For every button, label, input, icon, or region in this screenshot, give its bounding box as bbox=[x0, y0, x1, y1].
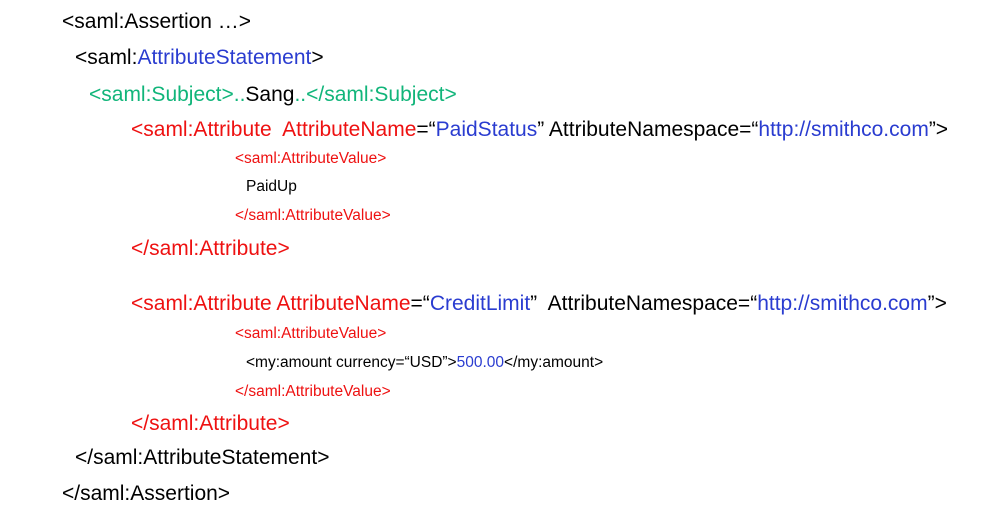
attribute1-value: PaidUp bbox=[246, 178, 297, 195]
attribute-statement-close-tag: </saml:AttributeStatement> bbox=[75, 446, 330, 469]
attribute1-value-open-tag: <saml:AttributeValue> bbox=[235, 150, 387, 167]
attribute2-close-tag: </saml:Attribute> bbox=[131, 412, 290, 435]
attribute1-end: ”> bbox=[928, 118, 949, 141]
subject-element: <saml:Subject>..Sang..</saml:Subject> bbox=[89, 84, 457, 105]
amount-value: 500.00 bbox=[456, 354, 505, 371]
attribute1-eq: =“ bbox=[416, 118, 436, 141]
attribute2-amount-element: <my:amount currency=“USD”>500.00</my:amo… bbox=[246, 355, 603, 371]
tag-prefix: <saml: bbox=[75, 46, 138, 69]
attribute2-end: ”> bbox=[927, 292, 947, 315]
attribute2-tag: <saml:Attribute AttributeName bbox=[131, 292, 411, 315]
attribute1-tag: <saml:Attribute AttributeName bbox=[131, 118, 417, 141]
tag-suffix: > bbox=[311, 46, 324, 69]
attribute-statement-open-tag: <saml:AttributeStatement> bbox=[75, 47, 324, 68]
amount-close-tag: </my:amount> bbox=[504, 354, 604, 371]
attribute1-namespace-label: ” AttributeNamespace=“ bbox=[537, 118, 759, 141]
assertion-open-tag: <saml:Assertion …> bbox=[62, 10, 252, 33]
attribute2-namespace: http://smithco.com bbox=[757, 292, 928, 315]
attribute1-name: PaidStatus bbox=[435, 118, 538, 141]
attribute2-eq: =“ bbox=[410, 292, 430, 315]
attribute1-close-tag: </saml:Attribute> bbox=[131, 237, 290, 260]
subject-value: Sang bbox=[245, 83, 295, 106]
attribute2-open-tag: <saml:Attribute AttributeName=“CreditLim… bbox=[131, 293, 947, 314]
attribute1-namespace: http://smithco.com bbox=[758, 118, 929, 141]
attribute2-value-open-tag: <saml:AttributeValue> bbox=[235, 325, 387, 342]
amount-open-tag: <my:amount currency=“USD”> bbox=[246, 354, 457, 371]
assertion-close-tag: </saml:Assertion> bbox=[62, 482, 231, 505]
subject-close-tag: ..</saml:Subject> bbox=[294, 83, 457, 106]
attribute2-namespace-label: ” AttributeNamespace=“ bbox=[530, 292, 758, 315]
attribute2-name: CreditLimit bbox=[429, 292, 531, 315]
subject-open-tag: <saml:Subject>.. bbox=[89, 83, 246, 106]
attribute1-open-tag: <saml:Attribute AttributeName=“PaidStatu… bbox=[131, 119, 948, 140]
attribute1-value-close-tag: </saml:AttributeValue> bbox=[235, 207, 391, 224]
attribute2-value-close-tag: </saml:AttributeValue> bbox=[235, 383, 391, 400]
tag-name: AttributeStatement bbox=[137, 46, 312, 69]
